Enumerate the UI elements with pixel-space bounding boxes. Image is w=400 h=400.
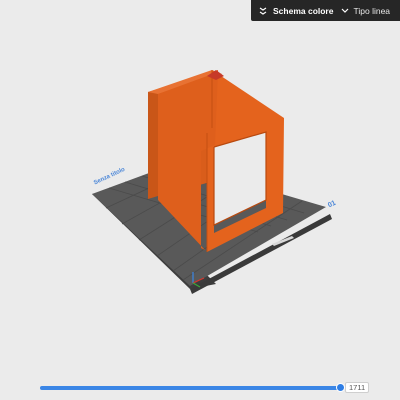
layer-slider-value: 1711	[345, 382, 370, 393]
line-type-dropdown[interactable]: Tipo linea	[340, 0, 400, 21]
legend-panel: Schema colore Tipo linea	[251, 0, 400, 21]
layer-slider-thumb[interactable]	[336, 383, 345, 392]
build-plate-scene	[92, 70, 332, 294]
collapse-toggle-button[interactable]	[255, 0, 270, 21]
chevron-down-icon	[342, 8, 349, 13]
3d-viewport[interactable]	[0, 0, 400, 400]
chevrons-icon	[259, 7, 266, 15]
color-scheme-label: Schema colore	[273, 5, 334, 16]
line-type-value: Tipo linea	[353, 5, 391, 16]
layer-slider-track[interactable]	[40, 386, 340, 390]
